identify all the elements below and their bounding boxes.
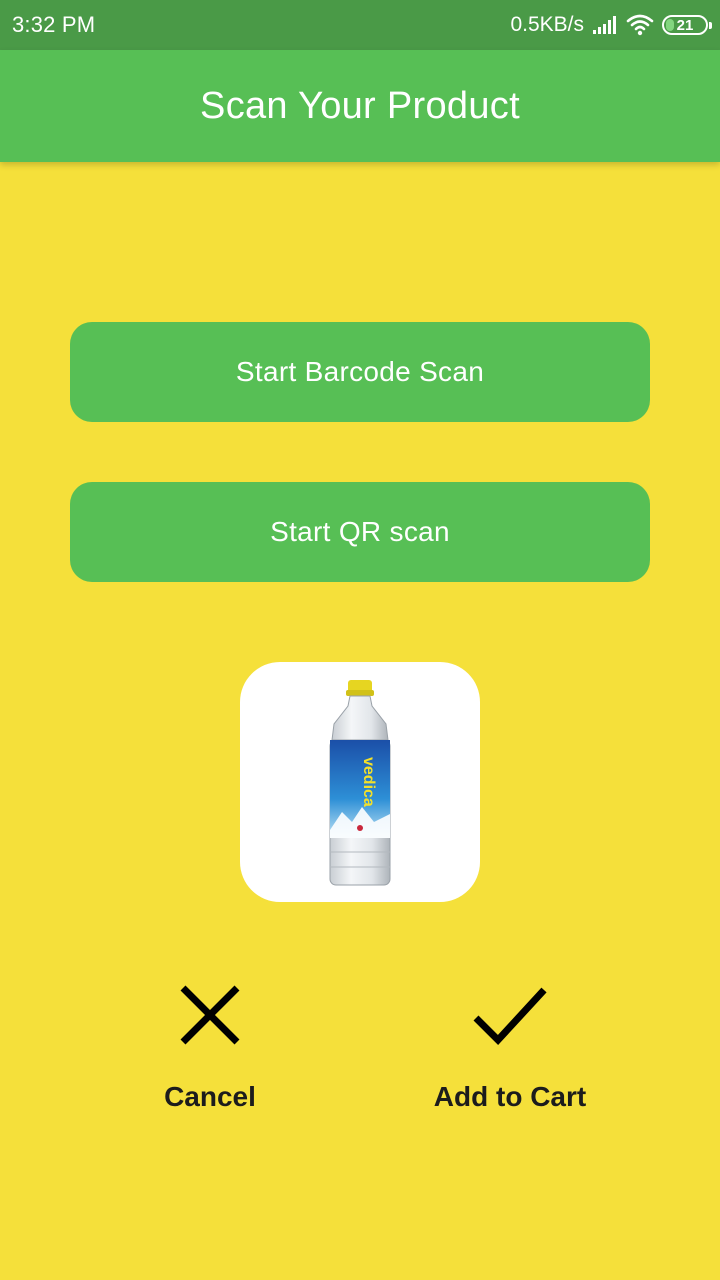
status-bar: 3:32 PM 0.5KB/s 21 [0,0,720,50]
product-image-card: vedica [240,662,480,902]
cancel-action[interactable]: Cancel [100,975,320,1113]
wifi-icon [626,14,654,36]
status-time: 3:32 PM [12,12,96,37]
battery-tip [709,22,712,29]
status-indicators: 0.5KB/s 21 [510,13,712,37]
battery-level-fill [666,19,674,31]
start-qr-scan-button[interactable]: Start QR scan [70,482,650,582]
close-icon[interactable] [170,975,250,1055]
battery-percent: 21 [676,16,694,34]
signal-icon [592,15,618,35]
water-bottle-image: vedica [329,680,391,886]
cancel-label[interactable]: Cancel [164,1081,256,1113]
battery-icon: 21 [662,15,712,35]
network-speed: 0.5KB/s [510,13,584,36]
start-barcode-scan-button[interactable]: Start Barcode Scan [70,322,650,422]
page-title: Scan Your Product [200,84,520,127]
add-to-cart-label[interactable]: Add to Cart [434,1081,586,1113]
app-bar: Scan Your Product [0,50,720,162]
bottle-brand-text: vedica [360,757,377,807]
add-to-cart-action[interactable]: Add to Cart [400,975,620,1113]
check-icon[interactable] [470,975,550,1055]
